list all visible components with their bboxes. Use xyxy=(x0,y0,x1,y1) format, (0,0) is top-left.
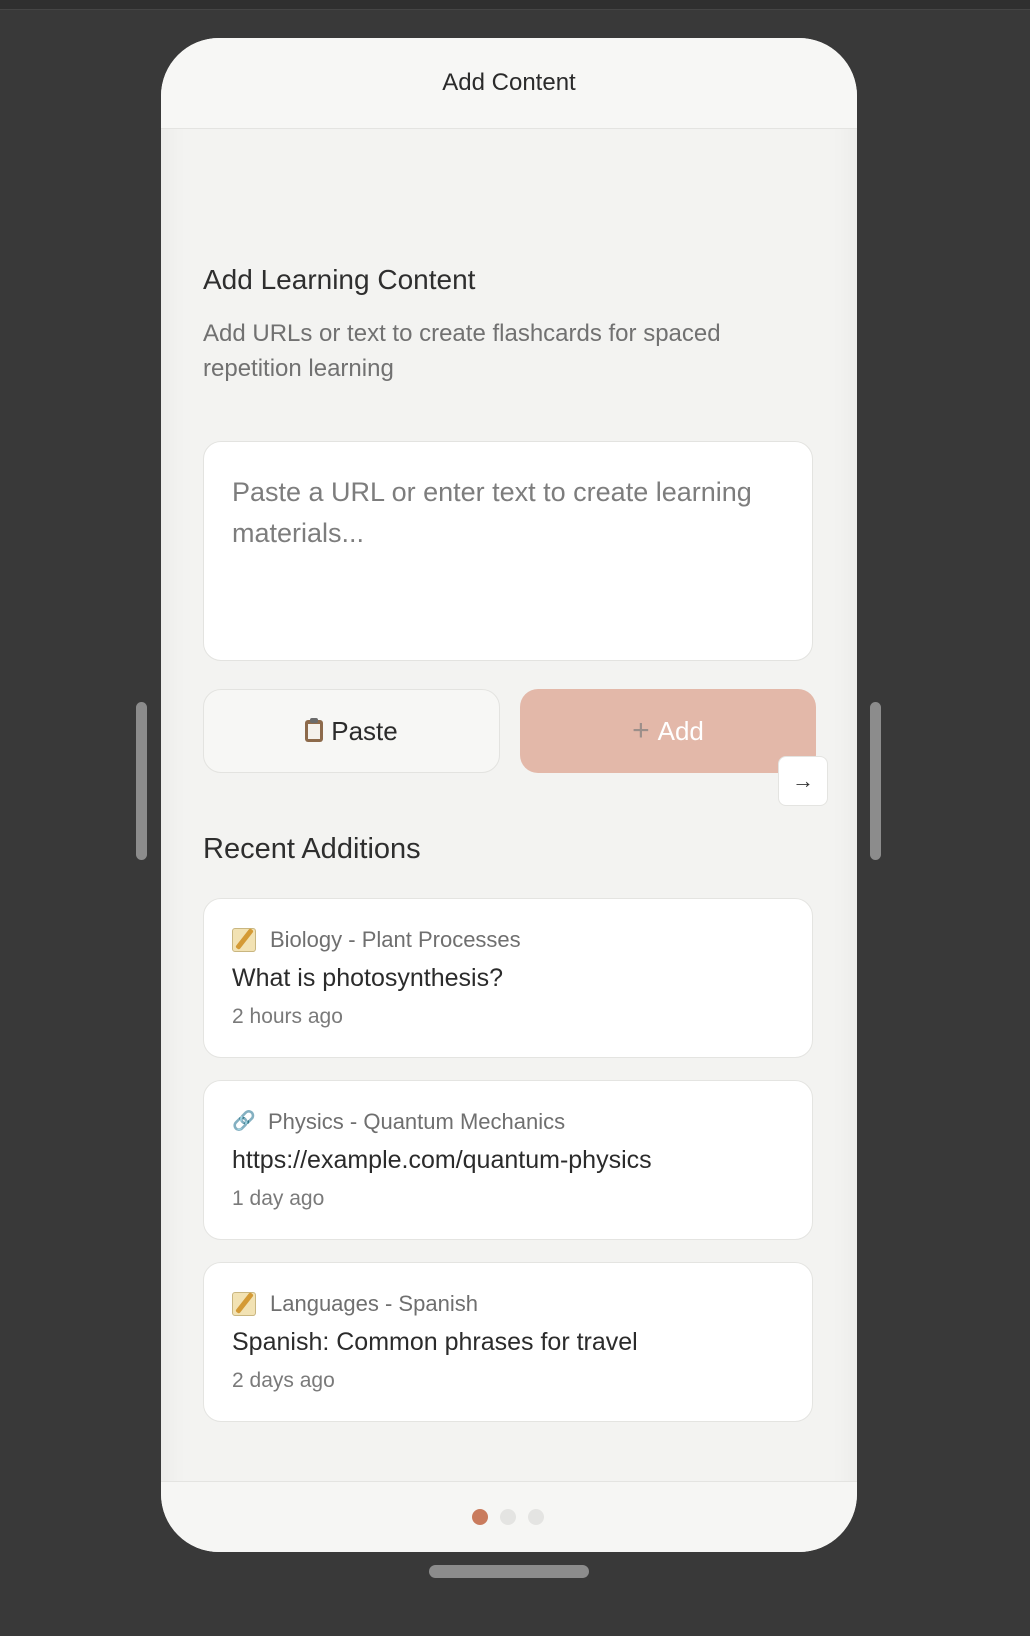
section-subtitle: Add URLs or text to create flashcards fo… xyxy=(203,320,721,382)
recent-item-time: 2 days ago xyxy=(232,1369,335,1392)
recent-item[interactable]: Biology - Plant Processes What is photos… xyxy=(203,898,813,1058)
recent-item-category: Languages - Spanish xyxy=(270,1291,478,1316)
add-button[interactable]: + Add xyxy=(520,689,816,773)
left-resize-handle[interactable] xyxy=(136,702,147,860)
link-icon: 🔗 xyxy=(232,1111,256,1132)
clipboard-icon xyxy=(305,718,324,742)
recent-additions-title: Recent Additions xyxy=(203,833,421,865)
mobile-app-frame: Add Content Add Learning Content Add URL… xyxy=(161,38,857,1552)
pagination-footer xyxy=(161,1481,857,1552)
page-dot[interactable] xyxy=(500,1509,516,1525)
recent-item-meta: Biology - Plant Processes xyxy=(232,927,521,953)
recent-item-meta: Languages - Spanish xyxy=(232,1291,478,1317)
app-header: Add Content xyxy=(161,38,857,129)
recent-item-category: Biology - Plant Processes xyxy=(270,927,521,952)
recent-item-title: https://example.com/quantum-physics xyxy=(232,1146,652,1174)
recent-item-category: Physics - Quantum Mechanics xyxy=(268,1109,566,1134)
paste-button[interactable]: Paste xyxy=(203,689,500,773)
right-resize-handle[interactable] xyxy=(870,702,881,860)
recent-item-title: Spanish: Common phrases for travel xyxy=(232,1328,638,1356)
recent-item[interactable]: 🔗 Physics - Quantum Mechanics https://ex… xyxy=(203,1080,813,1240)
page-dot[interactable] xyxy=(528,1509,544,1525)
page-title: Add Content xyxy=(442,69,576,96)
recent-item-meta: 🔗 Physics - Quantum Mechanics xyxy=(232,1109,565,1135)
content-input-placeholder: Paste a URL or enter text to create lear… xyxy=(232,477,752,548)
memo-icon xyxy=(232,928,256,952)
top-edge xyxy=(0,0,1030,10)
home-indicator[interactable] xyxy=(429,1565,589,1578)
add-button-label: Add xyxy=(657,715,704,746)
page-dot-active[interactable] xyxy=(472,1509,488,1525)
content-input[interactable]: Paste a URL or enter text to create lear… xyxy=(203,441,813,661)
next-button[interactable]: → xyxy=(778,756,828,806)
recent-item[interactable]: Languages - Spanish Spanish: Common phra… xyxy=(203,1262,813,1422)
section-title: Add Learning Content xyxy=(203,264,476,295)
recent-item-title: What is photosynthesis? xyxy=(232,964,503,992)
recent-item-time: 1 day ago xyxy=(232,1187,325,1210)
paste-button-label: Paste xyxy=(331,715,398,746)
memo-icon xyxy=(232,1292,256,1316)
plus-icon: + xyxy=(632,714,650,747)
recent-item-time: 2 hours ago xyxy=(232,1005,343,1028)
page-indicator xyxy=(472,1509,544,1525)
arrow-right-icon: → xyxy=(792,768,814,793)
